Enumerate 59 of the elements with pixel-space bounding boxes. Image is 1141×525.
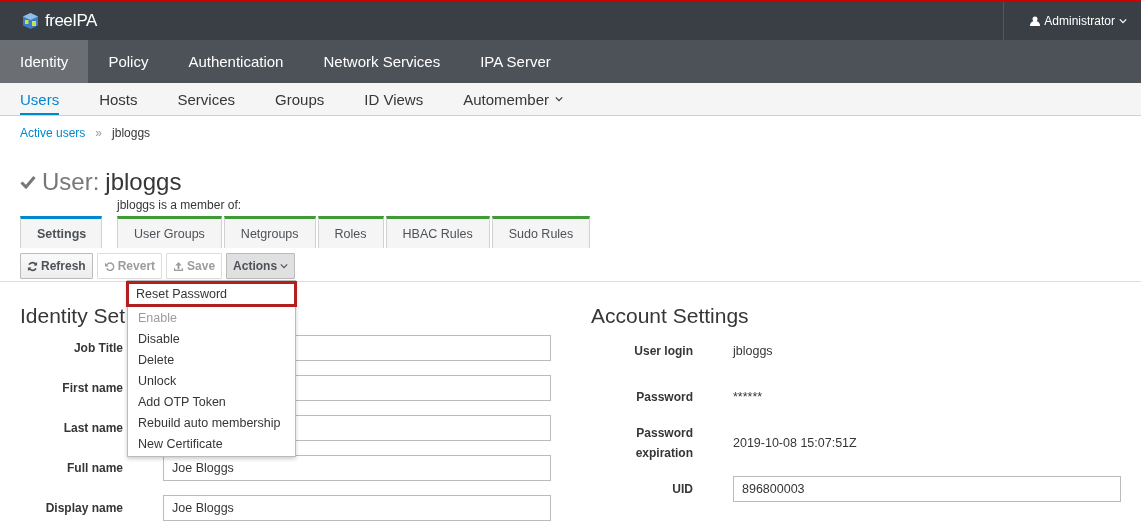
field-label: First name [61, 381, 123, 395]
breadcrumb-link[interactable]: Active users [20, 126, 86, 140]
caret-icon [1119, 18, 1127, 24]
subnav-tab[interactable]: ID Views [364, 83, 424, 115]
field-label: Full name [66, 461, 123, 475]
field-value: jbloggs [733, 344, 774, 358]
member-of-label: jbloggs is a member of: [117, 198, 243, 212]
subnav-tab[interactable]: Services [177, 83, 236, 115]
menu-item[interactable]: Unlock [128, 370, 295, 391]
facet-tab[interactable]: Roles [317, 216, 384, 248]
menu-item[interactable]: Disable [128, 328, 295, 349]
facet-tab[interactable]: HBAC Rules [385, 216, 490, 248]
subnav-tab[interactable]: Hosts [99, 83, 138, 115]
subnav-tab[interactable]: Users [20, 83, 60, 115]
cube-logo-icon [22, 12, 39, 30]
breadcrumb-separator: » [95, 126, 103, 140]
nav-tab[interactable]: Network Services [303, 40, 461, 83]
nav-tab[interactable]: Identity [0, 40, 89, 83]
brand-name: freeIPA [45, 11, 97, 31]
text-field[interactable]: Joe Bloggs [163, 455, 551, 481]
field-value: 2019-10-08 15:07:51Z [733, 436, 858, 450]
caret-icon [555, 96, 564, 102]
upload-icon [173, 260, 185, 272]
field-label: Job Title [72, 341, 123, 355]
field-value: ****** [733, 390, 764, 404]
menu-item[interactable]: Add OTP Token [128, 391, 295, 412]
text-field[interactable]: Joe Bloggs [163, 495, 551, 521]
refresh-icon [27, 260, 38, 272]
facet-tab[interactable]: User Groups [117, 216, 222, 248]
text-field[interactable]: 896800003 [733, 476, 1121, 502]
facet-tab[interactable]: Settings [20, 216, 102, 248]
section-title: Identity Set [20, 304, 126, 328]
nav-tab[interactable]: Policy [88, 40, 169, 83]
subnav-tab[interactable]: Groups [275, 83, 325, 115]
caret-icon [280, 263, 289, 269]
page-title-prefix: User: [42, 168, 100, 196]
menu-item[interactable]: Reset Password [126, 281, 297, 307]
menu-item[interactable]: Rebuild auto membership [128, 412, 295, 433]
subnav-tab[interactable]: Automember [463, 83, 564, 115]
facet-tab[interactable]: Sudo Rules [491, 216, 591, 248]
field-label: UID [671, 481, 693, 498]
section-title: Account Settings [591, 304, 749, 328]
page-title: jbloggs [105, 168, 182, 196]
user-icon [1030, 16, 1041, 26]
menu-item[interactable]: New Certificate [128, 433, 295, 454]
menu-item[interactable]: Delete [128, 349, 295, 370]
nav-tab[interactable]: IPA Server [460, 40, 571, 83]
field-label: Password expiration [634, 425, 693, 462]
breadcrumb-current: jbloggs [112, 126, 151, 140]
check-icon [20, 175, 36, 189]
refresh-button[interactable]: Refresh [20, 253, 93, 279]
field-label: Password [635, 389, 693, 406]
nav-tab[interactable]: Authentication [168, 40, 304, 83]
field-label: Last name [62, 421, 123, 435]
actions-button[interactable]: Actions [226, 253, 296, 279]
facet-tab[interactable]: Netgroups [223, 216, 316, 248]
field-label: User login [633, 343, 693, 360]
undo-icon [103, 260, 115, 272]
field-label: Display name [44, 501, 123, 515]
